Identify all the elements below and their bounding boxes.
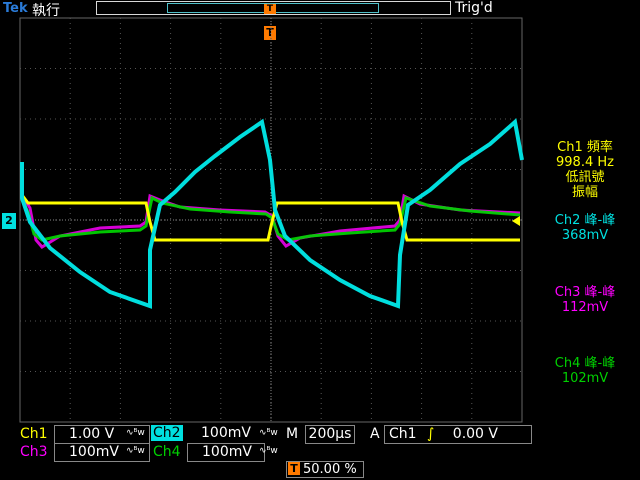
- trigger-source: Ch1: [389, 426, 417, 442]
- ch1-measure-note2: 振幅: [571, 185, 598, 200]
- ch2-waveform: [20, 118, 524, 309]
- trigger-setting[interactable]: A Ch1 ∫ 0.00 V: [370, 425, 533, 444]
- trigger-mode: A: [370, 426, 380, 442]
- ch4-label: Ch4: [153, 444, 181, 460]
- ch1-frequency-readout: Ch1 頻率 998.4 Hz 低訊號 振幅: [532, 140, 638, 200]
- ch3-measure-value: 112mV: [561, 300, 609, 315]
- trigger-slope-icon: ∫: [427, 426, 435, 442]
- ch2-bw-limit-icon: ∿ᴮw: [259, 428, 278, 438]
- ch3-pkpk-readout: Ch3 峰-峰 112mV: [532, 285, 638, 315]
- ch2-pkpk-readout: Ch2 峰-峰 368mV: [532, 213, 638, 243]
- ch2-measure-value: 368mV: [561, 228, 609, 243]
- trigger-level: 0.00 V: [452, 426, 498, 442]
- ch2-measure-label: Ch2 峰-峰: [554, 213, 616, 228]
- ch3-label: Ch3: [20, 444, 48, 460]
- ch2-label: Ch2: [151, 425, 183, 441]
- timebase[interactable]: M 200µs: [284, 425, 356, 444]
- ch1-measure-label: Ch1 頻率: [557, 140, 613, 155]
- ch4-measure-label: Ch4 峰-峰: [554, 356, 616, 371]
- trigger-icon: T: [288, 462, 300, 475]
- ch4-measure-value: 102mV: [561, 371, 609, 386]
- timebase-value: 200µs: [304, 425, 356, 444]
- ch3-measure-label: Ch3 峰-峰: [554, 285, 616, 300]
- trigger-setting-box: Ch1 ∫ 0.00 V: [384, 425, 533, 444]
- trigger-position-readout[interactable]: T 50.00 %: [286, 461, 364, 478]
- ch2-ground-marker[interactable]: 2: [2, 213, 16, 229]
- ch1-measure-value: 998.4 Hz: [556, 155, 614, 170]
- ch4-bw-limit-icon: ∿ᴮw: [259, 446, 278, 456]
- trigger-level-marker[interactable]: [512, 216, 520, 226]
- trigger-position-value: 50.00 %: [303, 462, 357, 477]
- ch4-pkpk-readout: Ch4 峰-峰 102mV: [532, 356, 638, 386]
- ch1-bw-limit-icon: ∿ᴮw: [126, 428, 145, 438]
- ch2-trace: [20, 118, 524, 309]
- ch4-scale[interactable]: Ch4 100mV: [151, 443, 266, 462]
- ch1-label: Ch1: [20, 426, 48, 442]
- ch1-measure-note1: 低訊號: [565, 170, 605, 185]
- ch4-scale-value: 100mV: [187, 443, 266, 462]
- ch3-bw-limit-icon: ∿ᴮw: [126, 446, 145, 456]
- timebase-label: M: [286, 426, 299, 442]
